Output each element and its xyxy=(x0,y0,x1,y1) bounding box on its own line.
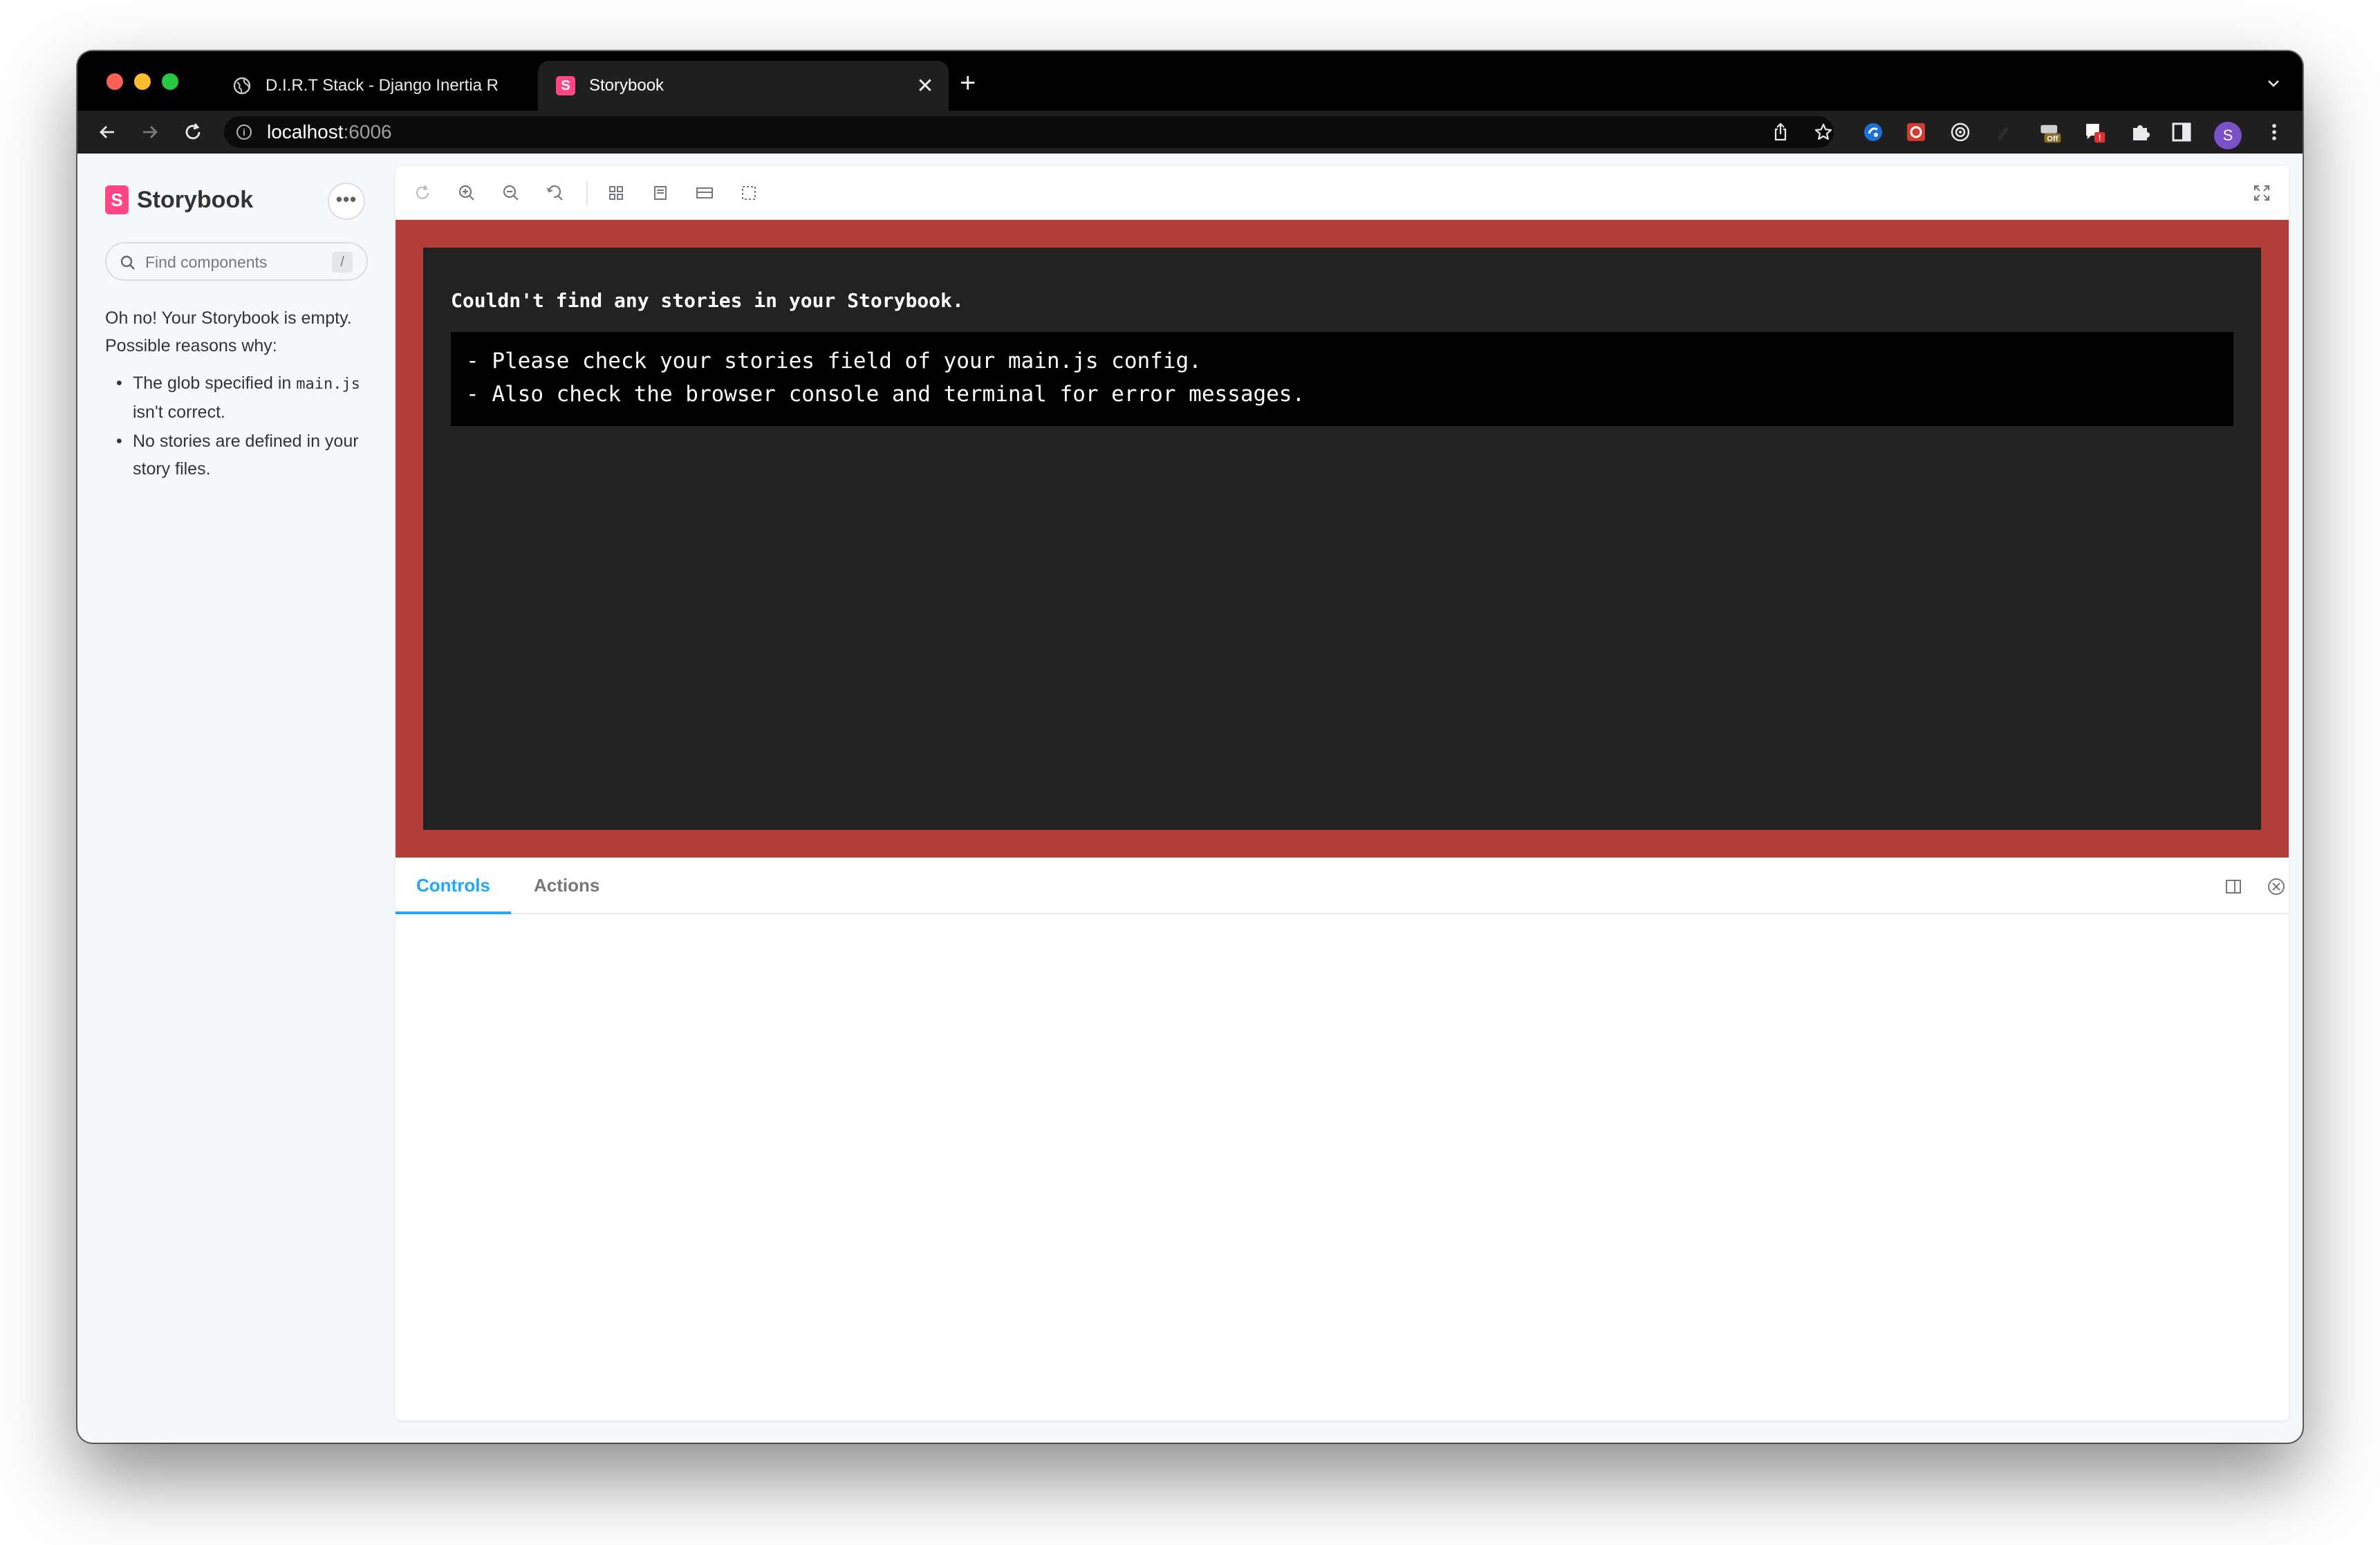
bookmark-star-icon[interactable] xyxy=(1807,116,1839,148)
maximize-window-button[interactable] xyxy=(162,73,178,90)
minimize-window-button[interactable] xyxy=(134,73,151,90)
remount-icon[interactable] xyxy=(409,180,436,206)
kebab-menu-icon[interactable] xyxy=(2262,120,2286,144)
extension-off-icon[interactable]: Off xyxy=(2038,120,2062,144)
error-overlay: Couldn't find any stories in your Storyb… xyxy=(423,248,2261,830)
tab-title: Storybook xyxy=(589,76,664,95)
tab-actions[interactable]: Actions xyxy=(513,858,620,914)
reset-zoom-icon[interactable] xyxy=(542,180,568,206)
story-canvas: Couldn't find any stories in your Storyb… xyxy=(396,220,2289,858)
list-item: The glob specified in main.js isn't corr… xyxy=(105,369,382,426)
storybook-logo-icon: S xyxy=(105,185,129,214)
error-detail: - Please check your stories field of you… xyxy=(451,332,2233,426)
zoom-out-icon[interactable] xyxy=(498,180,524,206)
fullscreen-icon[interactable] xyxy=(2249,180,2275,206)
extension-red-icon[interactable] xyxy=(1904,120,1928,144)
error-line: - Please check your stories field of you… xyxy=(466,349,1202,373)
svg-text:!: ! xyxy=(2099,133,2101,142)
code-snippet: main.js xyxy=(296,376,360,393)
address-bar[interactable]: i localhost:6006 xyxy=(224,116,1834,148)
close-window-button[interactable] xyxy=(106,73,123,90)
address-url: localhost:6006 xyxy=(267,121,392,142)
search-placeholder: Find components xyxy=(145,253,268,271)
extension-target-icon[interactable] xyxy=(1949,120,1972,144)
zoom-in-icon[interactable] xyxy=(454,180,480,206)
close-icon[interactable]: ✕ xyxy=(911,74,939,98)
find-components-search[interactable]: Find components / xyxy=(105,242,368,281)
share-icon[interactable] xyxy=(1765,116,1796,148)
brand-name: Storybook xyxy=(137,186,254,213)
background-icon[interactable] xyxy=(647,180,673,206)
browser-window: D.I.R.T Stack - Django Inertia R ✕ S Sto… xyxy=(77,51,2303,1443)
reload-icon[interactable] xyxy=(176,111,210,154)
toolbar-divider xyxy=(586,181,588,206)
forward-arrow-icon[interactable] xyxy=(133,111,167,154)
preview-toolbar xyxy=(396,166,2289,220)
chevron-down-icon[interactable] xyxy=(2265,75,2282,95)
list-item: No stories are defined in your story fil… xyxy=(105,427,382,483)
side-panel-icon[interactable] xyxy=(2170,120,2193,144)
browser-tab-storybook[interactable]: S Storybook ✕ xyxy=(538,61,949,111)
tab-strip: D.I.R.T Stack - Django Inertia R ✕ S Sto… xyxy=(77,51,2303,111)
puzzle-piece-icon[interactable] xyxy=(2128,120,2152,144)
outline-icon[interactable] xyxy=(736,180,762,206)
sidebar-menu-button[interactable]: ••• xyxy=(328,183,365,220)
error-title: Couldn't find any stories in your Storyb… xyxy=(451,289,964,312)
preview-panel: Couldn't find any stories in your Storyb… xyxy=(396,166,2289,1421)
sidebar: S Storybook ••• Find components / Oh no!… xyxy=(77,154,387,1443)
addons-panel: Controls Actions xyxy=(396,858,2289,1421)
extension-alert-icon[interactable]: ! xyxy=(2083,120,2106,144)
tab-controls[interactable]: Controls xyxy=(396,858,511,914)
browser-toolbar: i localhost:6006 Off ! xyxy=(77,111,2303,154)
extension-dark-icon[interactable] xyxy=(1991,120,2015,144)
storybook-page: S Storybook ••• Find components / Oh no!… xyxy=(77,154,2303,1443)
site-info-icon[interactable]: i xyxy=(236,124,252,140)
back-arrow-icon[interactable] xyxy=(90,111,124,154)
error-line: - Also check the browser console and ter… xyxy=(466,382,1305,407)
grid-icon[interactable] xyxy=(603,180,629,206)
extension-blue-icon[interactable] xyxy=(1861,120,1885,144)
new-tab-button[interactable]: + xyxy=(960,69,976,97)
viewport-icon[interactable] xyxy=(691,180,718,206)
globe-icon xyxy=(232,76,252,95)
reasons-list: The glob specified in main.js isn't corr… xyxy=(105,369,382,484)
storybook-favicon-icon: S xyxy=(556,76,575,95)
profile-avatar[interactable]: S xyxy=(2214,122,2242,149)
search-icon xyxy=(119,254,137,275)
storybook-brand[interactable]: S Storybook xyxy=(105,185,253,214)
empty-storybook-message: Oh no! Your Storybook is empty. Possible… xyxy=(105,308,352,355)
search-shortcut-key: / xyxy=(332,252,353,272)
panel-orientation-icon[interactable] xyxy=(2220,873,2247,900)
addon-tab-bar: Controls Actions xyxy=(396,858,2289,914)
close-panel-icon[interactable] xyxy=(2262,873,2289,900)
svg-text:Off: Off xyxy=(2047,135,2058,143)
tab-title: D.I.R.T Stack - Django Inertia R xyxy=(266,76,499,95)
